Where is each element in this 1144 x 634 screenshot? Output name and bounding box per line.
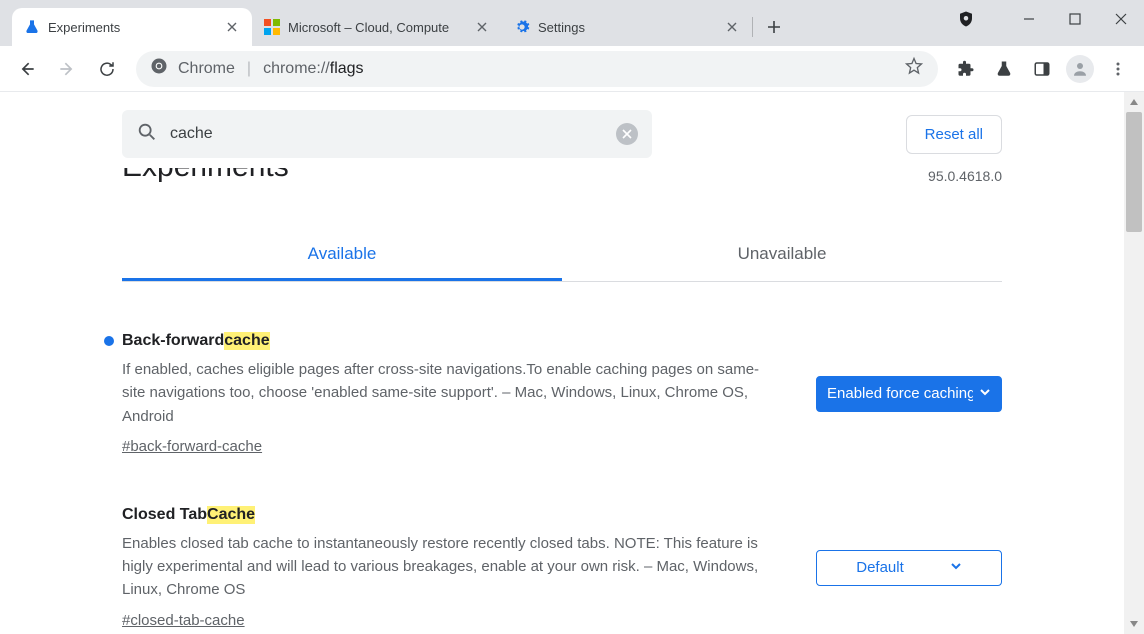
modified-dot-icon: [104, 336, 114, 346]
url-scheme-label: Chrome: [178, 60, 235, 78]
flags-search-box[interactable]: [122, 110, 652, 158]
flag-select-label: Enabled force caching: [827, 385, 973, 402]
flag-item: Closed Tab Cache Enables closed tab cach…: [122, 506, 1002, 630]
minimize-button[interactable]: [1006, 0, 1052, 38]
tab-settings[interactable]: Settings: [502, 8, 752, 46]
address-bar[interactable]: Chrome | chrome://flags: [136, 51, 938, 87]
vertical-scrollbar[interactable]: [1124, 92, 1144, 634]
flag-select-label: Default: [856, 559, 904, 576]
scroll-down-arrow-icon[interactable]: [1124, 614, 1144, 634]
browser-toolbar: Chrome | chrome://flags: [0, 46, 1144, 92]
flag-item: Back-forward cache If enabled, caches el…: [122, 332, 1002, 456]
new-tab-button[interactable]: [759, 12, 789, 42]
reset-all-button[interactable]: Reset all: [906, 115, 1002, 154]
chevron-down-icon: [979, 385, 991, 402]
menu-dots-icon[interactable]: [1100, 51, 1136, 87]
back-button[interactable]: [8, 50, 46, 88]
search-icon: [136, 121, 158, 148]
bookmark-star-icon[interactable]: [904, 56, 924, 81]
close-window-button[interactable]: [1098, 0, 1144, 38]
flask-icon: [24, 19, 40, 35]
reload-button[interactable]: [88, 50, 126, 88]
close-icon[interactable]: [474, 19, 490, 35]
flag-title: Closed Tab Cache: [122, 506, 776, 524]
forward-button[interactable]: [48, 50, 86, 88]
tab-separator: [752, 17, 753, 37]
url-text: chrome://flags: [263, 60, 363, 78]
microsoft-icon: [264, 19, 280, 35]
extensions-icon[interactable]: [948, 51, 984, 87]
side-panel-icon[interactable]: [1024, 51, 1060, 87]
tab-label: Experiments: [48, 20, 120, 35]
tab-experiments[interactable]: Experiments: [12, 8, 252, 46]
scroll-up-arrow-icon[interactable]: [1124, 92, 1144, 112]
flag-anchor-link[interactable]: #back-forward-cache: [122, 438, 262, 455]
scrollbar-thumb[interactable]: [1126, 112, 1142, 232]
tab-label: Microsoft – Cloud, Compute: [288, 20, 449, 35]
chevron-down-icon: [950, 559, 962, 576]
gear-icon: [514, 19, 530, 35]
browser-tabs: Experiments Microsoft – Cloud, Compute S…: [0, 0, 795, 46]
version-label: 95.0.4618.0: [928, 168, 1002, 184]
window-controls: [952, 0, 1144, 38]
close-icon[interactable]: [224, 19, 240, 35]
url-separator: |: [247, 60, 251, 78]
tab-label: Settings: [538, 20, 585, 35]
flag-select[interactable]: Default: [816, 550, 1002, 586]
shield-icon[interactable]: [952, 5, 980, 33]
flag-anchor-link[interactable]: #closed-tab-cache: [122, 612, 245, 629]
flags-search-input[interactable]: [170, 125, 604, 143]
tab-unavailable[interactable]: Unavailable: [562, 230, 1002, 281]
flags-tabs: Available Unavailable: [122, 230, 1002, 282]
flag-description: If enabled, caches eligible pages after …: [122, 358, 776, 428]
profile-avatar[interactable]: [1062, 51, 1098, 87]
clear-search-icon[interactable]: [616, 123, 638, 145]
chrome-icon: [150, 57, 168, 80]
close-icon[interactable]: [724, 19, 740, 35]
page-title: Experiments: [122, 168, 1002, 194]
maximize-button[interactable]: [1052, 0, 1098, 38]
flag-title: Back-forward cache: [122, 332, 776, 350]
tab-microsoft[interactable]: Microsoft – Cloud, Compute: [252, 8, 502, 46]
tab-available[interactable]: Available: [122, 230, 562, 281]
flag-description: Enables closed tab cache to instantaneou…: [122, 532, 776, 602]
flag-select[interactable]: Enabled force caching: [816, 376, 1002, 412]
window-titlebar: Experiments Microsoft – Cloud, Compute S…: [0, 0, 1144, 46]
labs-flask-icon[interactable]: [986, 51, 1022, 87]
